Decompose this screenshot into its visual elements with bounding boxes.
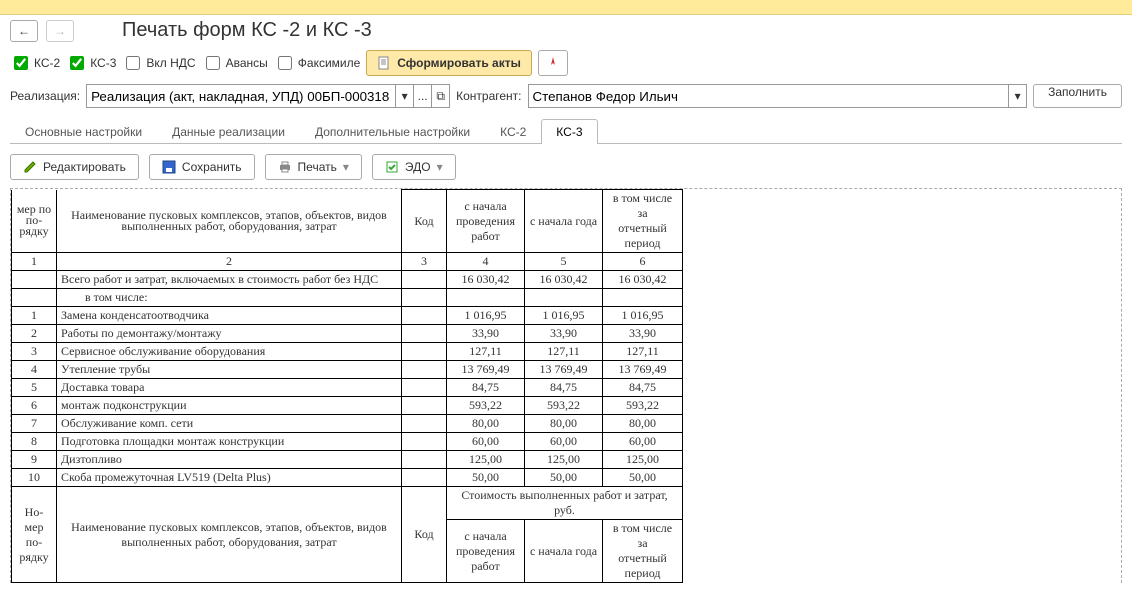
tab-1[interactable]: Данные реализации [157,119,300,144]
edit-button[interactable]: Редактировать [10,154,139,180]
compass-icon [546,56,560,70]
document-icon [377,56,391,70]
realization-open-button[interactable]: ⧉ [432,84,450,108]
tabs: Основные настройкиДанные реализацииДопол… [10,118,1122,144]
diskette-icon [162,160,176,174]
chevron-down-icon: ▾ [437,160,443,174]
checkbox-vkl-nds[interactable]: Вкл НДС [122,53,195,73]
chevron-down-icon: ▾ [402,89,408,103]
realization-label: Реализация: [10,89,80,103]
tab-2[interactable]: Дополнительные настройки [300,119,485,144]
realization-dots-button[interactable]: ... [414,84,432,108]
kontragent-label: Контрагент: [456,89,521,103]
form-acts-button[interactable]: Сформировать акты [366,50,532,76]
checkbox-faksimile[interactable]: Факсимиле [274,53,361,73]
nav-back-button[interactable]: ← [10,20,38,42]
tab-4[interactable]: КС-3 [541,119,597,144]
checkbox-ks3[interactable]: КС-3 [66,53,116,73]
realization-input[interactable] [86,84,396,108]
realization-dropdown-button[interactable]: ▾ [396,84,414,108]
document-preview[interactable]: мер попо-рядкуНаименование пусковых комп… [10,188,1122,583]
extra-action-button[interactable] [538,50,568,76]
open-icon: ⧉ [436,89,445,104]
edo-icon [385,160,399,174]
print-button[interactable]: Печать ▾ [265,154,362,180]
ks3-table: мер попо-рядкуНаименование пусковых комп… [11,189,683,583]
arrow-right-icon: → [54,24,66,38]
chevron-down-icon: ▾ [1015,89,1021,103]
checkbox-ks2[interactable]: КС-2 [10,53,60,73]
kontragent-dropdown-button[interactable]: ▾ [1009,84,1027,108]
pencil-icon [23,160,37,174]
page-title: Печать форм КС -2 и КС -3 [122,19,372,42]
edo-button[interactable]: ЭДО ▾ [372,154,456,180]
arrow-left-icon: ← [18,24,30,38]
top-strip [0,0,1132,15]
kontragent-input[interactable] [528,84,1010,108]
nav-fwd-button[interactable]: → [46,20,74,42]
fill-button[interactable]: Заполнить [1033,84,1122,108]
checkbox-avansy[interactable]: Авансы [202,53,268,73]
chevron-down-icon: ▾ [343,160,349,174]
printer-icon [278,160,292,174]
save-button[interactable]: Сохранить [149,154,255,180]
tab-3[interactable]: КС-2 [485,119,541,144]
tab-0[interactable]: Основные настройки [10,119,157,144]
